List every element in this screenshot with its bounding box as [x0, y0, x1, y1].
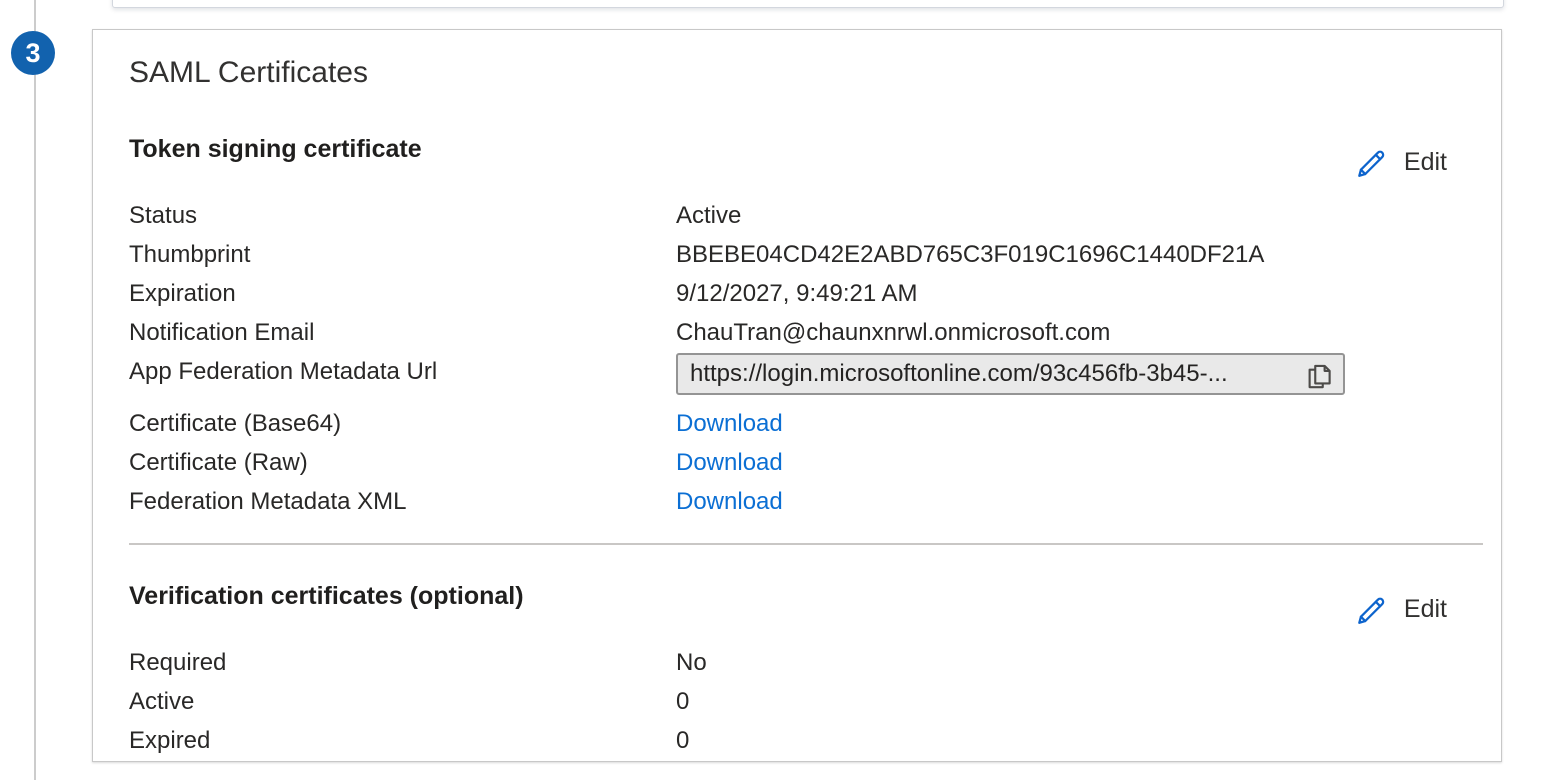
download-link[interactable]: Download — [676, 443, 783, 482]
property-row: Active0 — [129, 682, 1447, 721]
property-label: Certificate (Raw) — [129, 443, 676, 482]
property-label: Thumbprint — [129, 235, 676, 274]
saml-certificates-card: SAML Certificates Token signing certific… — [92, 29, 1502, 762]
property-value: BBEBE04CD42E2ABD765C3F019C1696C1440DF21A — [676, 235, 1264, 274]
property-row: Certificate (Raw)Download — [129, 443, 1447, 482]
app-federation-metadata-url-field[interactable]: https://login.microsoftonline.com/93c456… — [676, 353, 1345, 395]
property-value: 0 — [676, 682, 689, 721]
property-value: Active — [676, 196, 741, 235]
property-label: Federation Metadata XML — [129, 482, 676, 521]
property-row: Federation Metadata XMLDownload — [129, 482, 1447, 521]
property-value: 9/12/2027, 9:49:21 AM — [676, 274, 918, 313]
metadata-url-text: https://login.microsoftonline.com/93c456… — [690, 360, 1297, 388]
pencil-icon — [1353, 144, 1389, 180]
property-row: App Federation Metadata Url https://login… — [129, 352, 1447, 404]
property-value: 0 — [676, 721, 689, 760]
property-row: StatusActive — [129, 196, 1447, 235]
edit-button-label: Edit — [1404, 595, 1447, 624]
property-row: ThumbprintBBEBE04CD42E2ABD765C3F019C1696… — [129, 235, 1447, 274]
property-row: Expired0 — [129, 721, 1447, 760]
card-title: SAML Certificates — [129, 56, 1447, 90]
property-label: Expired — [129, 721, 676, 760]
section-heading: Verification certificates (optional) — [129, 581, 524, 611]
property-value: No — [676, 643, 707, 682]
edit-verification-certificates-button[interactable]: Edit — [1353, 591, 1447, 627]
token-certificate-properties: StatusActiveThumbprintBBEBE04CD42E2ABD76… — [129, 196, 1447, 521]
property-row: Expiration9/12/2027, 9:49:21 AM — [129, 274, 1447, 313]
pencil-icon — [1353, 591, 1389, 627]
verification-certificates-section: Verification certificates (optional) Edi… — [129, 581, 1447, 760]
verification-certificates-properties: RequiredNoActive0Expired0 — [129, 643, 1447, 760]
step-number-badge: 3 — [11, 31, 55, 75]
property-label: Active — [129, 682, 676, 721]
property-label: Notification Email — [129, 313, 676, 352]
property-row: RequiredNo — [129, 643, 1447, 682]
section-divider — [129, 543, 1483, 545]
previous-card-edge — [112, 0, 1504, 8]
section-heading: Token signing certificate — [129, 134, 422, 164]
property-row: Notification EmailChauTran@chaunxnrwl.on… — [129, 313, 1447, 352]
property-label: Required — [129, 643, 676, 682]
edit-token-certificate-button[interactable]: Edit — [1353, 144, 1447, 180]
copy-icon[interactable] — [1305, 359, 1333, 389]
step-timeline-line — [34, 0, 36, 780]
download-link[interactable]: Download — [676, 404, 783, 443]
step-number: 3 — [25, 38, 40, 69]
property-label: Status — [129, 196, 676, 235]
property-label: App Federation Metadata Url — [129, 352, 676, 391]
property-row: Certificate (Base64)Download — [129, 404, 1447, 443]
download-link[interactable]: Download — [676, 482, 783, 521]
property-label: Expiration — [129, 274, 676, 313]
token-signing-certificate-section: Token signing certificate Edit StatusAct… — [129, 134, 1447, 521]
edit-button-label: Edit — [1404, 148, 1447, 177]
property-value: ChauTran@chaunxnrwl.onmicrosoft.com — [676, 313, 1110, 352]
property-label: Certificate (Base64) — [129, 404, 676, 443]
